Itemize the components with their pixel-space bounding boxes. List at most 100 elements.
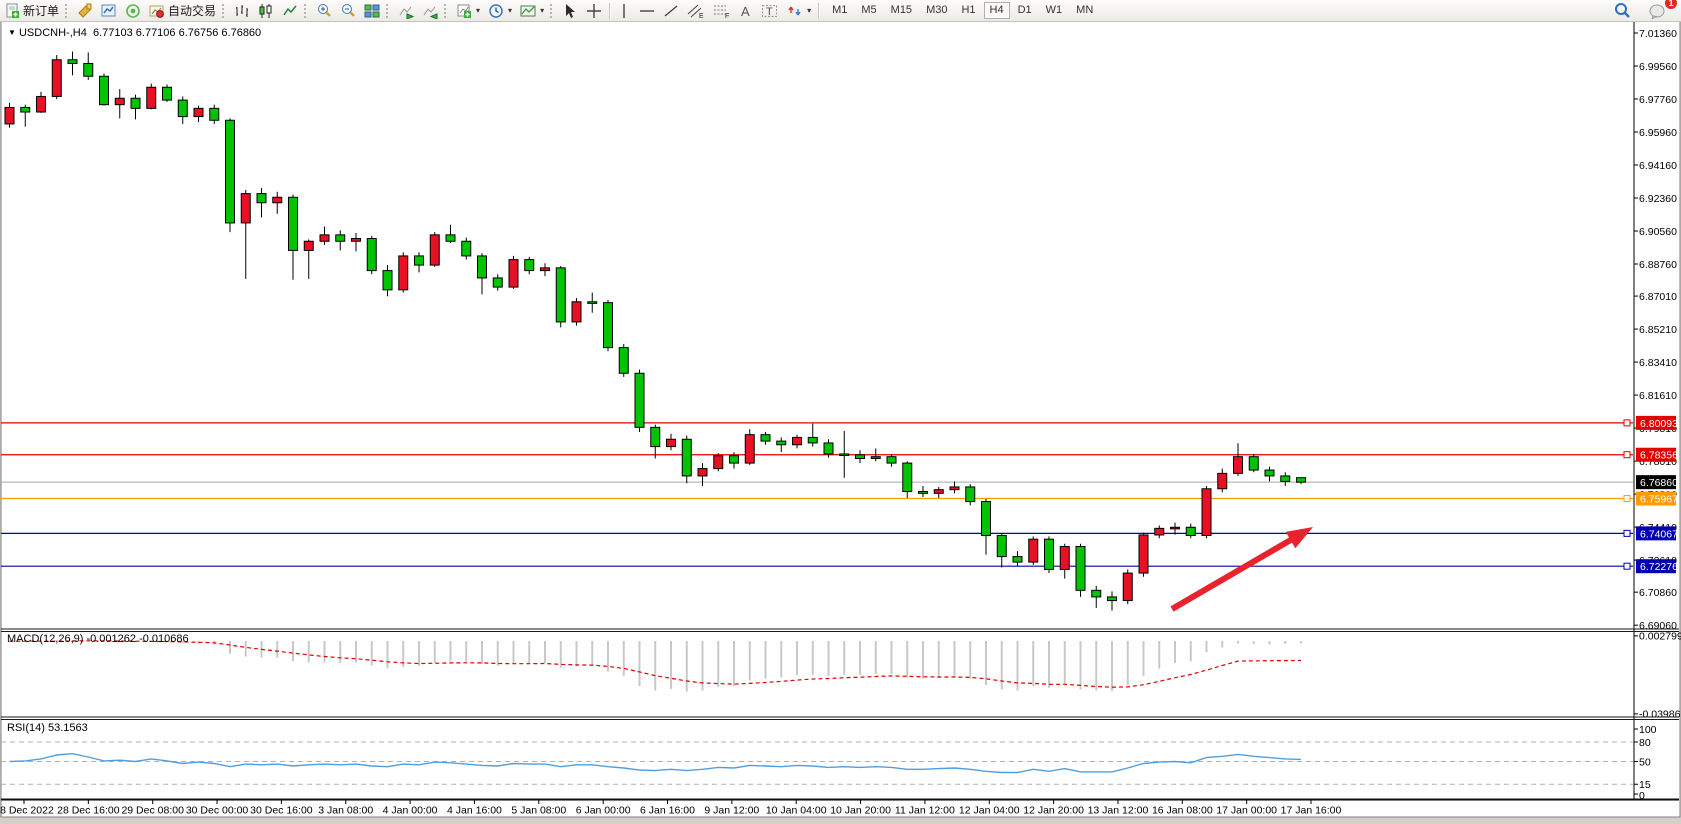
- candle-body-down: [178, 100, 187, 116]
- search-icon: [1614, 2, 1631, 19]
- line-handle[interactable]: [1624, 563, 1630, 569]
- price-badge-6.76860: 6.76860: [1636, 475, 1678, 489]
- clock-icon: [488, 3, 504, 19]
- horizontal-line-tool-button[interactable]: [635, 1, 659, 20]
- candle-body-up: [1218, 473, 1227, 488]
- line-handle[interactable]: [1624, 496, 1630, 502]
- new-order-button[interactable]: 新订单: [0, 1, 63, 20]
- line-handle[interactable]: [1624, 420, 1630, 426]
- line-handle[interactable]: [1624, 530, 1630, 536]
- fibonacci-tool-button[interactable]: F: [709, 1, 735, 20]
- candle: [367, 236, 376, 274]
- signals-button[interactable]: [121, 1, 145, 20]
- candle: [635, 370, 644, 432]
- toolbar-grip: [222, 4, 228, 18]
- candle-body-down: [651, 427, 660, 446]
- time-axis-label: 28 Dec 16:00: [57, 805, 120, 817]
- candle-body-down: [604, 303, 613, 348]
- strategy-tester-button[interactable]: [73, 1, 97, 20]
- price-axis-label: 6.88760: [1639, 259, 1677, 271]
- crosshair-tool-button[interactable]: [582, 1, 606, 20]
- line-handle[interactable]: [1624, 452, 1630, 458]
- price-axis-label: 6.97760: [1639, 94, 1677, 106]
- candle-body-up: [698, 469, 707, 476]
- timeframe-button-H4[interactable]: H4: [984, 2, 1010, 19]
- trendline-tool-button[interactable]: [659, 1, 683, 20]
- chevron-down-icon: ▾: [540, 6, 544, 15]
- zoom-out-button[interactable]: [336, 1, 360, 20]
- text-label-tool-button[interactable]: T: [757, 1, 783, 20]
- text-label-icon: T: [761, 3, 779, 19]
- candle-body-down: [1108, 597, 1117, 601]
- price-badge-text: 6.76860: [1640, 477, 1678, 489]
- price-axis-label: 6.87010: [1639, 291, 1677, 303]
- candle: [163, 85, 172, 102]
- candle-body-up: [1234, 457, 1243, 474]
- price-axis-label: 6.85210: [1639, 324, 1677, 336]
- text-tool-button[interactable]: A: [735, 1, 757, 20]
- candle-body-down: [682, 439, 691, 476]
- time-axis-label: 28 Dec 2022: [0, 805, 54, 817]
- time-axis-label: 6 Jan 16:00: [640, 805, 695, 817]
- candle-body-down: [210, 108, 219, 120]
- timeframe-button-M15[interactable]: M15: [885, 2, 918, 19]
- notifications-button[interactable]: 1: [1645, 1, 1671, 20]
- cursor-icon: [562, 3, 578, 19]
- zoom-in-button[interactable]: [312, 1, 336, 20]
- notification-badge: 1: [1665, 0, 1677, 9]
- timeframe-button-M1[interactable]: M1: [826, 2, 853, 19]
- chart-title-bar[interactable]: ▼ USDCNH-,H4 6.77103 6.77106 6.76756 6.7…: [8, 27, 261, 39]
- arrows-icon: [787, 3, 803, 19]
- chart-dropdown-icon[interactable]: ▼: [8, 28, 16, 37]
- rsi-indicator-label: RSI(14) 53.1563: [7, 722, 88, 734]
- candle-body-up: [194, 108, 203, 116]
- equidistant-channel-tool-button[interactable]: E: [683, 1, 709, 20]
- chart-shift-button[interactable]: [418, 1, 442, 20]
- bar-chart-button[interactable]: [230, 1, 254, 20]
- candle-body-up: [745, 435, 754, 463]
- timeframe-button-M5[interactable]: M5: [855, 2, 882, 19]
- templates-button[interactable]: ▾: [516, 1, 548, 20]
- arrows-tool-button[interactable]: ▾: [783, 1, 815, 20]
- timeframe-button-D1[interactable]: D1: [1012, 2, 1038, 19]
- candle-body-up: [934, 490, 943, 494]
- auto-trading-button[interactable]: 自动交易: [145, 1, 220, 20]
- vertical-line-tool-button[interactable]: [613, 1, 635, 20]
- toolbar-separator: [818, 3, 819, 19]
- tile-windows-button[interactable]: [360, 1, 384, 20]
- candle-body-up: [1029, 539, 1038, 562]
- candle-body-up: [352, 239, 361, 242]
- timeframe-button-W1[interactable]: W1: [1040, 2, 1069, 19]
- price-badge-6.72276: 6.72276: [1636, 559, 1678, 573]
- time-axis-label: 29 Dec 08:00: [121, 805, 184, 817]
- candle: [714, 453, 723, 471]
- candle-body-down: [446, 235, 455, 241]
- candle-body-up: [5, 107, 14, 123]
- toolbar-grip: [304, 4, 310, 18]
- time-axis-label: 5 Jan 08:00: [511, 805, 566, 817]
- text-icon: A: [739, 3, 753, 19]
- timeframe-button-H1[interactable]: H1: [955, 2, 981, 19]
- search-button[interactable]: [1610, 1, 1635, 20]
- auto-scroll-button[interactable]: [394, 1, 418, 20]
- trendline-icon: [663, 3, 679, 19]
- toolbar-grip: [386, 4, 392, 18]
- candle-body-down: [777, 441, 786, 445]
- line-chart-button[interactable]: [278, 1, 302, 20]
- chart-shift-icon: [422, 3, 438, 19]
- new-chart-button[interactable]: [97, 1, 121, 20]
- time-axis-label: 3 Jan 08:00: [318, 805, 373, 817]
- auto-trading-icon: [149, 3, 165, 19]
- candle-body-down: [21, 107, 30, 112]
- timeframe-button-M30[interactable]: M30: [920, 2, 953, 19]
- template-icon: [520, 3, 536, 19]
- candle-body-down: [856, 455, 865, 459]
- candle-body-up: [37, 96, 46, 112]
- candlestick-chart-button[interactable]: [254, 1, 278, 20]
- periods-button[interactable]: ▾: [484, 1, 516, 20]
- candle-body-down: [887, 457, 896, 463]
- timeframe-button-MN[interactable]: MN: [1070, 2, 1099, 19]
- cursor-tool-button[interactable]: [558, 1, 582, 20]
- indicators-button[interactable]: ▾: [452, 1, 484, 20]
- chevron-down-icon: ▾: [508, 6, 512, 15]
